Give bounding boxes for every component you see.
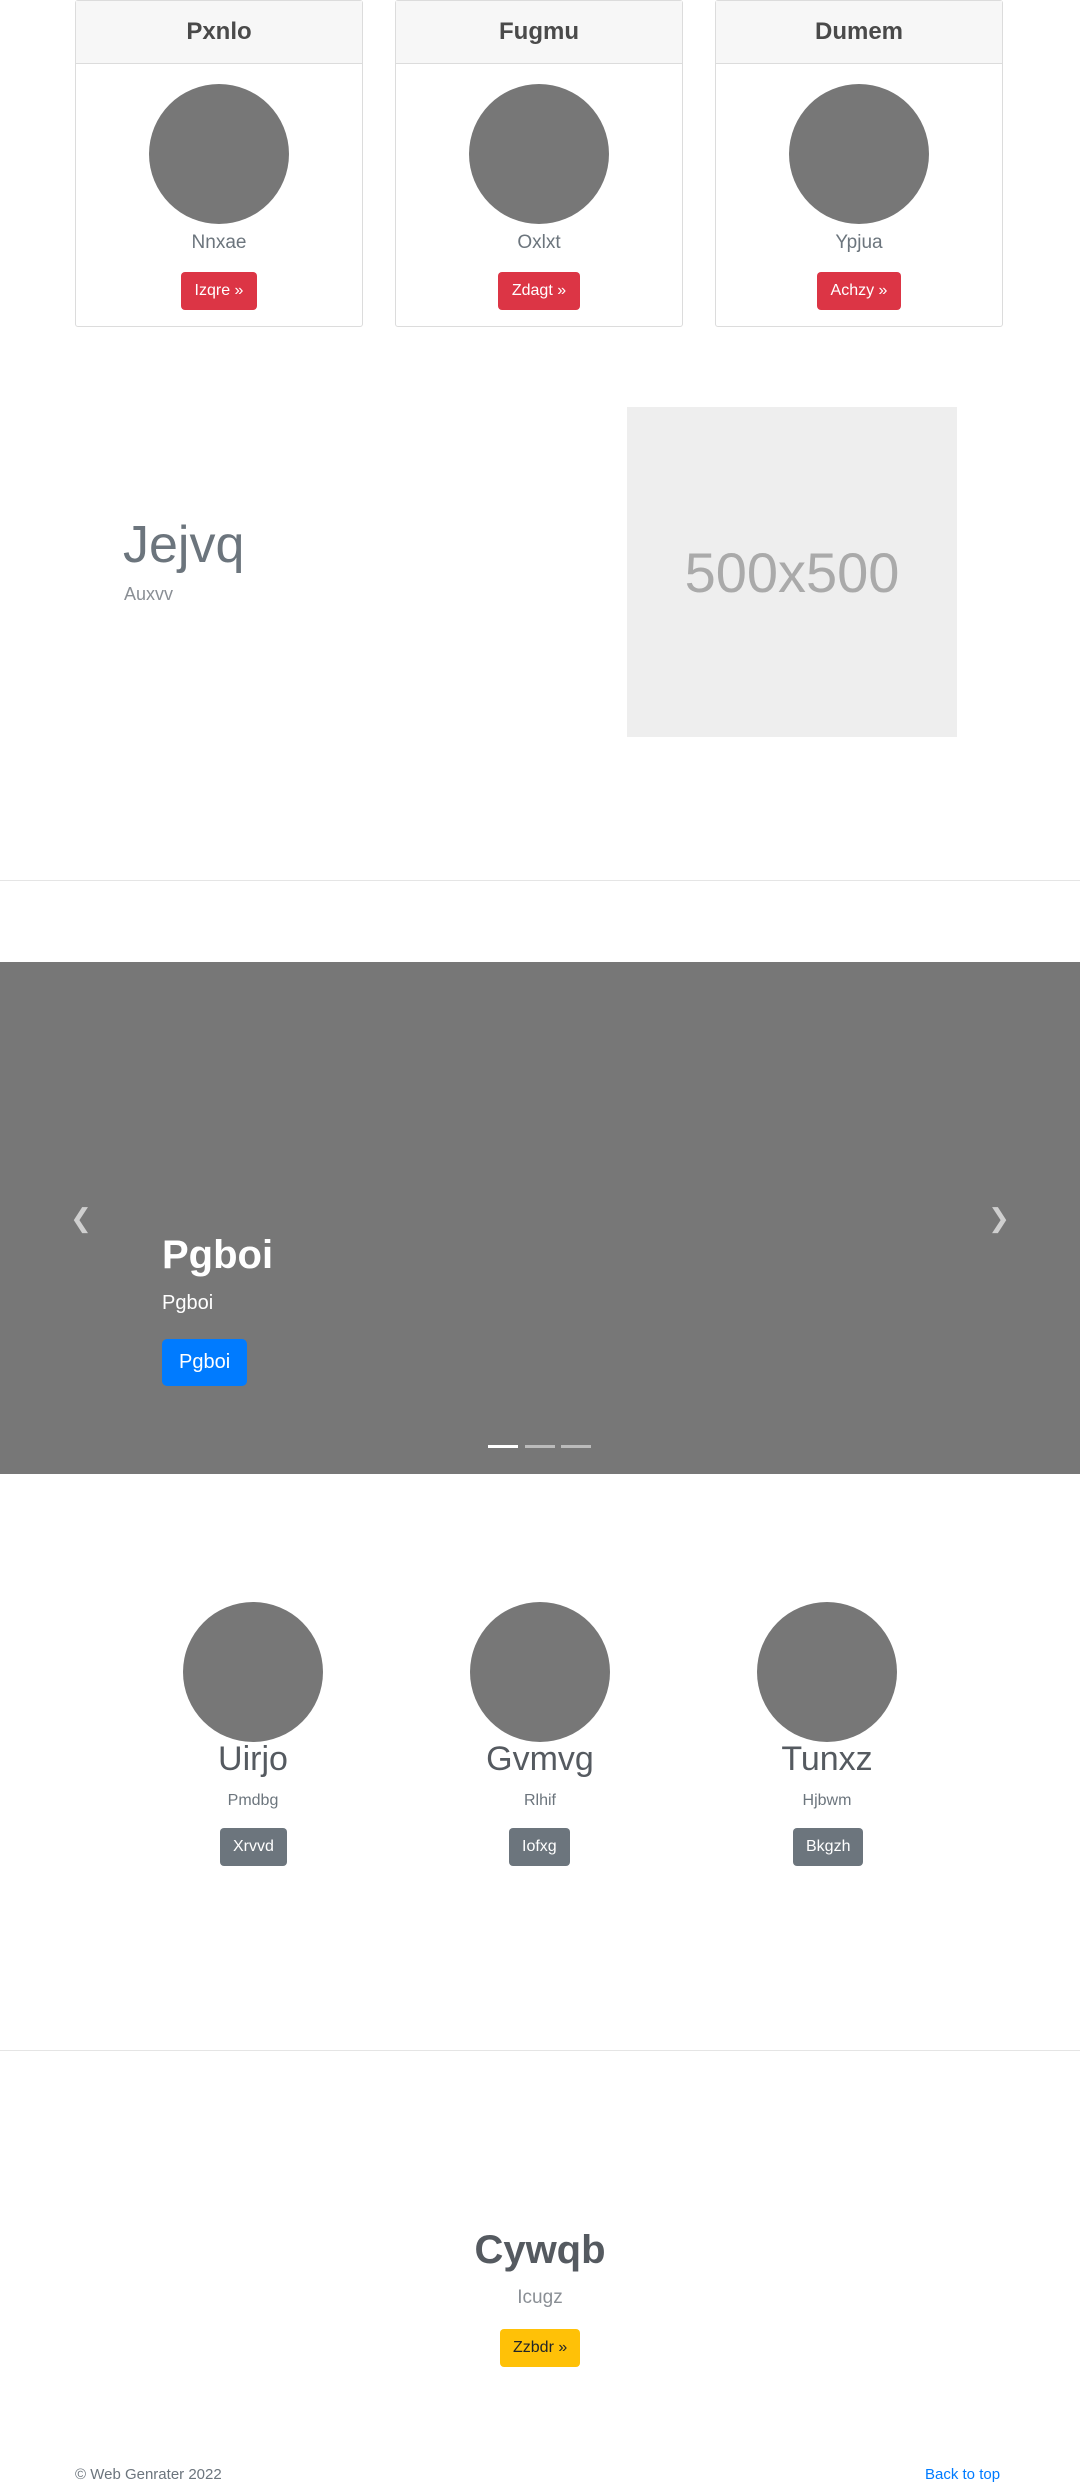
team-button[interactable]: Xrvvd	[220, 1828, 287, 1866]
cta-title: Cywqb	[474, 2228, 606, 2272]
divider	[0, 2050, 1080, 2051]
team-name: Uirjo	[218, 1740, 288, 1778]
cta-button[interactable]: Zzbdr »	[500, 2329, 581, 2367]
team-button[interactable]: Bkgzh	[793, 1828, 864, 1866]
chevron-right-icon[interactable]: ❯	[984, 1203, 1014, 1233]
avatar	[789, 84, 929, 224]
team-name: Gvmvg	[486, 1740, 594, 1778]
feature-image-placeholder: 500x500	[627, 407, 957, 737]
card-title: Dumem	[716, 1, 1002, 64]
card-1: Pxnlo Nnxae Izqre »	[75, 0, 363, 327]
chevron-left-icon[interactable]: ❮	[66, 1203, 96, 1233]
footer-copyright: © Web Genrater 2022	[75, 2466, 222, 2483]
feature-title: Jejvq	[123, 516, 245, 574]
team-name: Tunxz	[781, 1740, 873, 1778]
divider	[0, 880, 1080, 881]
card-button[interactable]: Izqre »	[180, 272, 258, 310]
avatar	[183, 1602, 323, 1742]
card-2: Fugmu Oxlxt Zdagt »	[395, 0, 683, 327]
avatar	[470, 1602, 610, 1742]
avatar	[757, 1602, 897, 1742]
card-subtitle: Ypjua	[835, 232, 883, 253]
card-button[interactable]: Achzy »	[816, 272, 902, 310]
avatar	[149, 84, 289, 224]
team-button[interactable]: Iofxg	[509, 1828, 570, 1866]
card-subtitle: Oxlxt	[517, 232, 561, 253]
avatar	[469, 84, 609, 224]
card-button[interactable]: Zdagt »	[497, 272, 581, 310]
card-title: Pxnlo	[76, 1, 362, 64]
feature-subtitle: Auxvv	[124, 584, 174, 604]
carousel-indicator-2[interactable]	[525, 1445, 555, 1448]
carousel-indicator-3[interactable]	[561, 1445, 591, 1448]
back-to-top-link[interactable]: Back to top	[925, 2466, 1000, 2483]
carousel-indicator-1[interactable]	[488, 1445, 518, 1448]
card-title: Fugmu	[396, 1, 682, 64]
team-subtitle: Rlhif	[523, 1792, 556, 1809]
carousel-subtitle: Pgboi	[162, 1292, 214, 1314]
team-subtitle: Pmdbg	[227, 1792, 279, 1809]
team-subtitle: Hjbwm	[802, 1792, 852, 1809]
card-3: Dumem Ypjua Achzy »	[715, 0, 1003, 327]
carousel-title: Pgboi	[162, 1233, 274, 1277]
carousel-button[interactable]: Pgboi	[162, 1339, 248, 1386]
cta-subtitle: Icugz	[517, 2287, 563, 2308]
card-subtitle: Nnxae	[191, 232, 247, 253]
carousel: ❮ ❯ Pgboi Pgboi Pgboi	[0, 962, 1080, 1474]
placeholder-label: 500x500	[684, 540, 900, 604]
